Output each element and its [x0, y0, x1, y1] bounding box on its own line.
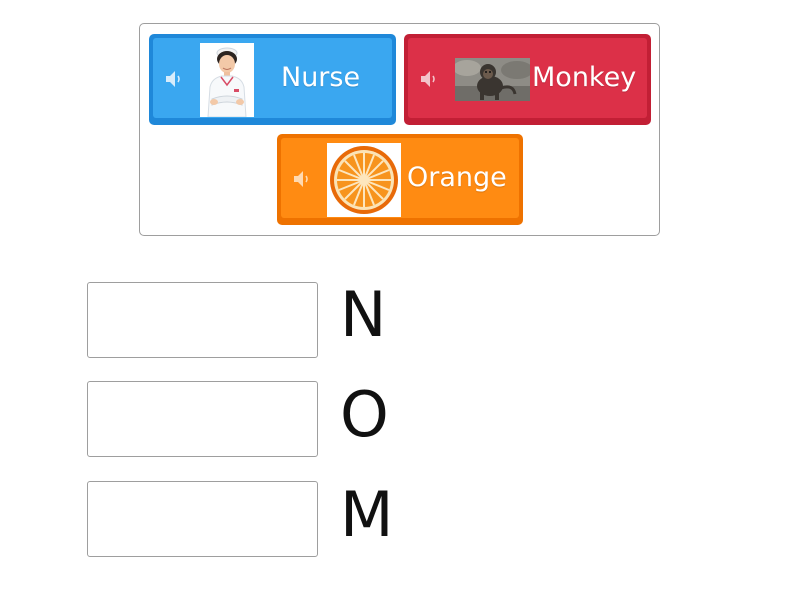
tile-nurse[interactable]: Nurse: [149, 34, 396, 125]
orange-image: [327, 143, 401, 217]
speaker-icon[interactable]: [292, 168, 314, 190]
nurse-image: [200, 43, 254, 117]
tile-label: Monkey: [532, 62, 637, 93]
speaker-icon[interactable]: [419, 68, 441, 90]
tile-monkey[interactable]: Monkey: [404, 34, 651, 125]
answer-slot-2[interactable]: [87, 381, 318, 457]
answer-slot-3[interactable]: [87, 481, 318, 557]
clue-letter: O: [340, 378, 389, 451]
speaker-icon[interactable]: [164, 68, 186, 90]
clue-letter: N: [340, 278, 387, 351]
tile-label: Orange: [407, 162, 507, 193]
tile-label: Nurse: [281, 62, 361, 93]
monkey-image: [455, 58, 530, 101]
clue-letter: M: [340, 478, 394, 551]
tile-orange[interactable]: Orange: [277, 134, 523, 225]
answer-slot-1[interactable]: [87, 282, 318, 358]
